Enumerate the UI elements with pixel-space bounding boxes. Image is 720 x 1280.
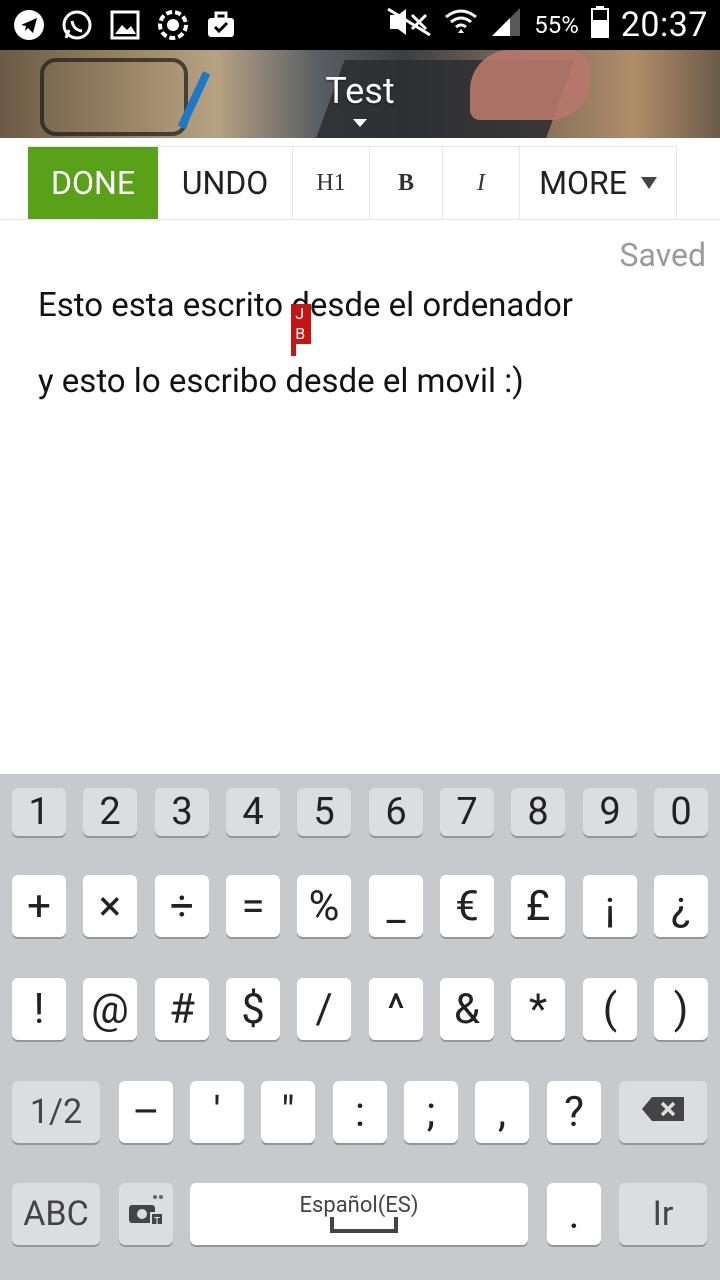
clock: 20:37 (620, 5, 708, 45)
key-question[interactable]: ? (547, 1081, 601, 1143)
status-right: 55% 20:37 (386, 5, 720, 46)
key-8[interactable]: 8 (511, 788, 565, 836)
go-key[interactable]: Ir (619, 1183, 707, 1245)
key-slash[interactable]: / (297, 978, 351, 1040)
key-page-toggle[interactable]: 1/2 (12, 1081, 100, 1143)
key-percent[interactable]: % (297, 875, 351, 937)
briefcase-icon (204, 8, 238, 42)
space-key[interactable]: Español(ES) (190, 1183, 528, 1245)
whatsapp-icon (60, 8, 94, 42)
camera-icon: T (125, 1191, 167, 1238)
key-caret[interactable]: ^ (369, 978, 423, 1040)
more-button[interactable]: MORE (520, 147, 677, 219)
key-at[interactable]: @ (83, 978, 137, 1040)
header-banner: Test (0, 50, 720, 138)
key-divide[interactable]: ÷ (155, 875, 209, 937)
heading-button[interactable]: H1 (293, 147, 370, 219)
save-status: Saved (619, 236, 706, 274)
svg-text:T: T (154, 1216, 160, 1227)
battery-percent: 55% (534, 11, 579, 39)
gallery-icon (108, 8, 142, 42)
key-plus[interactable]: + (12, 875, 66, 937)
key-multiply[interactable]: × (83, 875, 137, 937)
undo-button[interactable]: UNDO (158, 147, 293, 219)
key-0[interactable]: 0 (654, 788, 708, 836)
chevron-down-icon[interactable] (353, 119, 367, 127)
key-semicolon[interactable]: ; (404, 1081, 458, 1143)
key-abc[interactable]: ABC (12, 1183, 100, 1245)
key-6[interactable]: 6 (369, 788, 423, 836)
more-label: MORE (539, 164, 627, 202)
italic-button[interactable]: I (443, 147, 520, 219)
cursor-bar (291, 320, 297, 356)
battery-icon (590, 5, 609, 45)
key-equals[interactable]: = (226, 875, 280, 937)
space-language-label: Español(ES) (299, 1193, 419, 1218)
document-line[interactable]: y esto lo escribo desde el movil :) (38, 362, 524, 401)
key-period[interactable]: . (547, 1183, 601, 1245)
editor-toolbar: DONE UNDO H1 B I MORE (28, 146, 677, 220)
status-left-icons (0, 8, 238, 42)
signal-icon (490, 6, 522, 45)
key-ampersand[interactable]: & (440, 978, 494, 1040)
key-pound[interactable]: £ (511, 875, 565, 937)
key-apostrophe[interactable]: ' (190, 1081, 244, 1143)
key-exclamation[interactable]: ! (12, 978, 66, 1040)
backspace-key[interactable] (619, 1081, 707, 1143)
key-7[interactable]: 7 (440, 788, 494, 836)
key-euro[interactable]: € (440, 875, 494, 937)
period-label: . (568, 1189, 580, 1239)
key-dollar[interactable]: $ (226, 978, 280, 1040)
document-line[interactable]: Esto esta escrito J Bdesde el ordenador (38, 286, 573, 356)
key-hash[interactable]: # (155, 978, 209, 1040)
keyboard: 1 2 3 4 5 6 7 8 9 0 + × ÷ = % _ € £ ¡ ¿ … (0, 774, 720, 1280)
backspace-icon (640, 1092, 686, 1132)
key-comma[interactable]: , (475, 1081, 529, 1143)
page-title[interactable]: Test (0, 70, 720, 112)
key-1[interactable]: 1 (12, 788, 66, 836)
mute-icon (386, 7, 432, 44)
key-colon[interactable]: : (333, 1081, 387, 1143)
status-bar: 55% 20:37 (0, 0, 720, 50)
key-dash[interactable]: – (119, 1081, 173, 1143)
key-9[interactable]: 9 (583, 788, 637, 836)
done-button[interactable]: DONE (28, 147, 158, 219)
key-quote[interactable]: " (261, 1081, 315, 1143)
wifi-icon (444, 5, 478, 46)
bold-button[interactable]: B (370, 147, 443, 219)
key-4[interactable]: 4 (226, 788, 280, 836)
key-inverted-exclamation[interactable]: ¡ (583, 875, 637, 937)
key-3[interactable]: 3 (155, 788, 209, 836)
key-asterisk[interactable]: * (511, 978, 565, 1040)
key-underscore[interactable]: _ (369, 875, 423, 937)
telegram-icon (12, 8, 46, 42)
text-after-cursor: desde el ordenador (291, 286, 573, 325)
text-before-cursor: Esto esta escrito (38, 286, 292, 325)
key-5[interactable]: 5 (297, 788, 351, 836)
keyboard-tools-key[interactable]: T (119, 1183, 173, 1245)
space-bar-icon (330, 1217, 398, 1233)
key-2[interactable]: 2 (83, 788, 137, 836)
divider (0, 219, 720, 220)
key-inverted-question[interactable]: ¿ (654, 875, 708, 937)
settings-icon (156, 8, 190, 42)
key-close-paren[interactable]: ) (654, 978, 708, 1040)
dropdown-arrow-icon (640, 177, 657, 189)
key-open-paren[interactable]: ( (583, 978, 637, 1040)
